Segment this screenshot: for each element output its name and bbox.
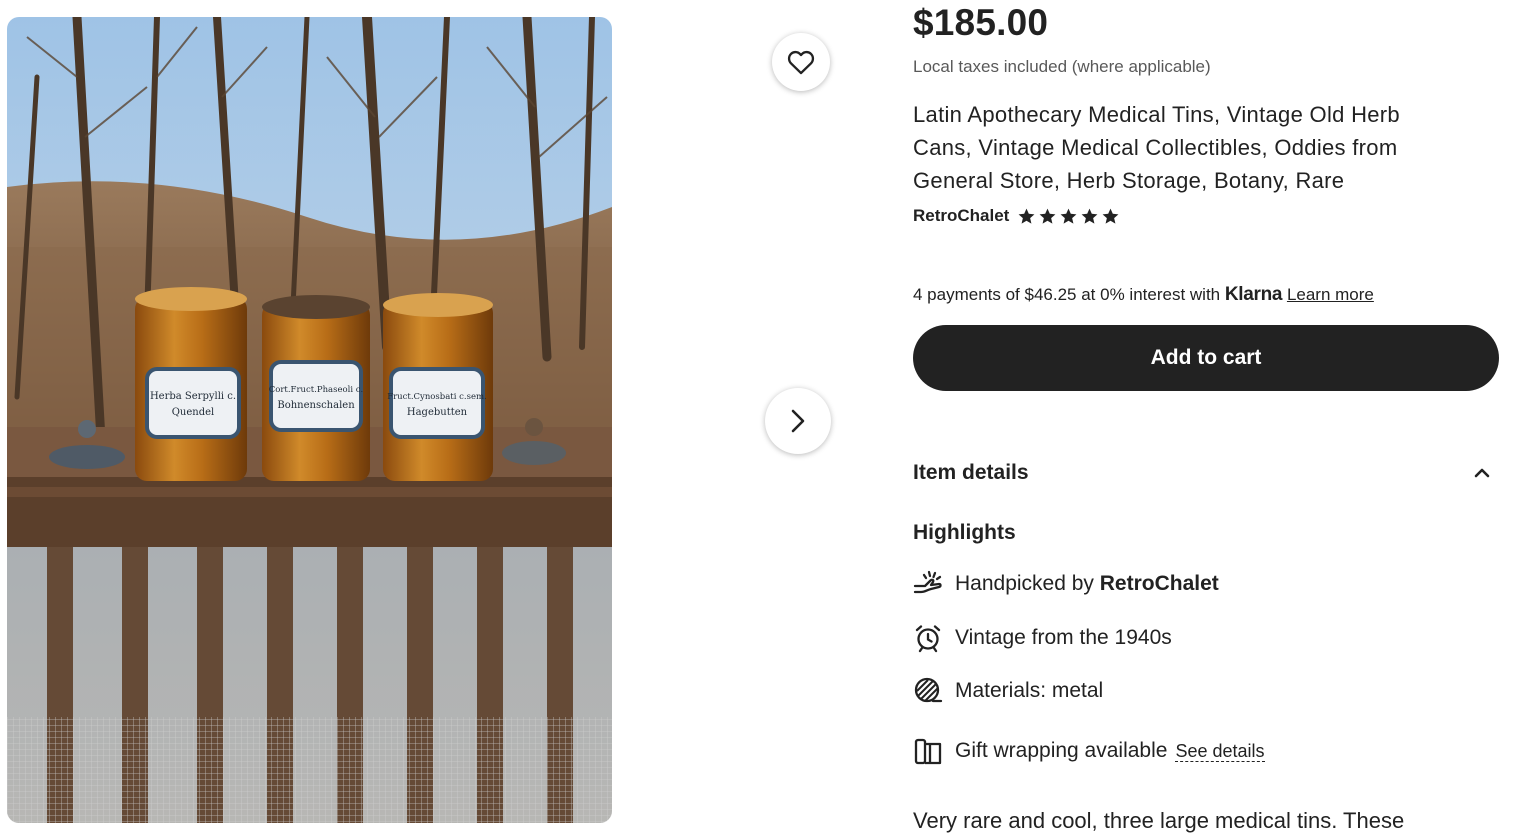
chevron-right-icon <box>791 409 805 433</box>
heart-icon <box>787 50 815 75</box>
next-image-button[interactable] <box>765 388 831 454</box>
rating-stars[interactable] <box>1017 207 1120 226</box>
star-icon <box>1018 208 1035 224</box>
shop-name-link[interactable]: RetroChalet <box>913 206 1009 226</box>
materials-text: Materials: metal <box>955 679 1104 702</box>
listing-photo-image: Herba Serpylli c. Quendel Cort.Fruct.Pha… <box>7 17 612 823</box>
vintage-text: Vintage from the 1940s <box>955 626 1172 649</box>
gift-wrap-icon <box>913 735 945 767</box>
listing-photo[interactable]: Herba Serpylli c. Quendel Cort.Fruct.Pha… <box>7 17 612 823</box>
klarna-logo: Klarna <box>1224 284 1283 305</box>
tin-label-1-line1: Herba Serpylli c. <box>150 391 236 402</box>
tin-label-2-line1: Cort.Fruct.Phaseoli c. <box>269 385 364 395</box>
highlight-vintage: Vintage from the 1940s <box>913 622 1172 654</box>
yarn-ball-icon <box>913 675 945 707</box>
handpicked-shop-link[interactable]: RetroChalet <box>1100 572 1219 596</box>
star-icon <box>1060 208 1077 224</box>
see-details-link[interactable]: See details <box>1175 741 1265 762</box>
item-details-toggle[interactable]: Item details <box>913 458 1499 488</box>
price: $185.00 <box>913 2 1049 43</box>
klarna-payment-info: 4 payments of $46.25 at 0% interest with… <box>913 284 1374 306</box>
tax-note: Local taxes included (where applicable) <box>913 57 1211 76</box>
listing-title: Latin Apothecary Medical Tins, Vintage O… <box>913 102 1400 193</box>
item-details-heading: Item details <box>913 461 1029 484</box>
star-icon <box>1039 208 1056 224</box>
klarna-text: 4 payments of $46.25 at 0% interest with <box>913 285 1221 304</box>
tin-label-3-line1: Fruct.Cynosbati c.sem. <box>387 392 487 402</box>
item-description: Very rare and cool, three large medical … <box>913 808 1405 833</box>
gift-wrap-text: Gift wrapping available <box>955 739 1168 762</box>
add-to-cart-button[interactable]: Add to cart <box>913 325 1499 391</box>
shop-rating-row: RetroChalet <box>913 206 1120 226</box>
chevron-up-icon <box>1474 468 1490 478</box>
highlight-materials: Materials: metal <box>913 675 1103 707</box>
tin-label-3-line2: Hagebutten <box>407 407 468 418</box>
favorite-button[interactable] <box>772 33 830 91</box>
tin-label-2-line2: Bohnenschalen <box>277 400 355 411</box>
highlights-heading: Highlights <box>913 521 1016 544</box>
handpicked-prefix: Handpicked by <box>955 572 1094 595</box>
tin-label-1-line2: Quendel <box>172 407 215 418</box>
hand-sparkle-icon <box>913 568 945 600</box>
highlight-gift-wrap: Gift wrapping available See details <box>913 735 1265 767</box>
star-icon <box>1081 208 1098 224</box>
learn-more-link[interactable]: Learn more <box>1287 285 1374 304</box>
highlight-handpicked: Handpicked by RetroChalet <box>913 568 1219 600</box>
star-icon <box>1102 208 1119 224</box>
alarm-clock-icon <box>913 622 945 654</box>
